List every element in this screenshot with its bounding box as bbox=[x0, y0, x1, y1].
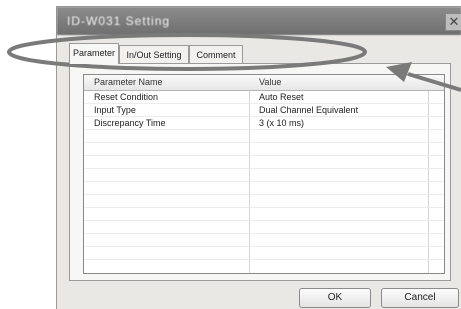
table-row[interactable]: Discrepancy Time 3 (x 10 ms) bbox=[84, 117, 444, 130]
header-parameter-name[interactable]: Parameter Name bbox=[94, 75, 163, 90]
header-value[interactable]: Value bbox=[259, 75, 281, 90]
window-title: ID-W031 Setting bbox=[67, 14, 171, 28]
ok-button-label: OK bbox=[327, 292, 343, 303]
empty-row bbox=[84, 247, 444, 260]
empty-row bbox=[84, 182, 444, 195]
close-button[interactable]: ✕ bbox=[445, 13, 461, 31]
parameter-name-cell: Input Type bbox=[94, 105, 136, 115]
parameter-name-cell: Reset Condition bbox=[94, 92, 159, 102]
empty-row bbox=[84, 169, 444, 182]
tab-parameter-label: Parameter bbox=[72, 48, 116, 58]
close-icon: ✕ bbox=[448, 14, 460, 29]
ok-button[interactable]: OK bbox=[299, 288, 371, 308]
table-row[interactable]: Reset Condition Auto Reset bbox=[84, 91, 444, 104]
parameter-value-cell: Dual Channel Equivalent bbox=[259, 105, 359, 115]
parameter-table[interactable]: Parameter Name Value Reset Condition Aut… bbox=[83, 74, 445, 274]
empty-row bbox=[84, 130, 444, 143]
tab-comment-label: Comment bbox=[196, 50, 236, 60]
parameter-value-cell: Auto Reset bbox=[259, 92, 304, 102]
tab-comment[interactable]: Comment bbox=[189, 45, 243, 63]
parameter-value-cell: 3 (x 10 ms) bbox=[259, 118, 305, 128]
empty-row bbox=[84, 234, 444, 247]
empty-row bbox=[84, 143, 444, 156]
parameter-panel: Parameter Name Value Reset Condition Aut… bbox=[69, 63, 451, 281]
empty-row bbox=[84, 195, 444, 208]
table-header: Parameter Name Value bbox=[84, 75, 444, 91]
cancel-button-label: Cancel bbox=[404, 292, 436, 303]
cancel-button[interactable]: Cancel bbox=[381, 288, 459, 308]
table-row[interactable]: Input Type Dual Channel Equivalent bbox=[84, 104, 444, 117]
tab-in-out-setting-label: In/Out Setting bbox=[126, 50, 182, 60]
empty-row bbox=[84, 208, 444, 221]
empty-row bbox=[84, 221, 444, 234]
title-bar[interactable]: ID-W031 Setting bbox=[57, 7, 461, 35]
empty-row bbox=[84, 156, 444, 169]
parameter-name-cell: Discrepancy Time bbox=[94, 118, 166, 128]
tab-parameter[interactable]: Parameter bbox=[69, 43, 119, 64]
settings-dialog: ID-W031 Setting ✕ Parameter In/Out Setti… bbox=[56, 6, 461, 309]
tab-in-out-setting[interactable]: In/Out Setting bbox=[119, 45, 189, 63]
